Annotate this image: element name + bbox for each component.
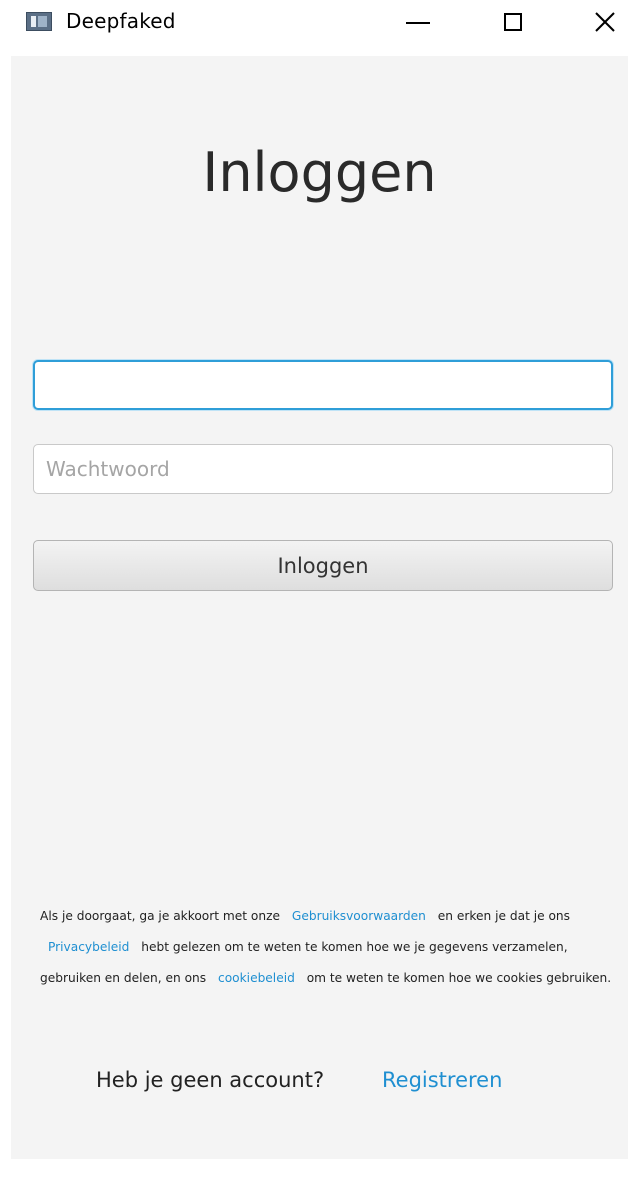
password-field[interactable] — [33, 444, 613, 494]
minimize-button[interactable] — [395, 0, 441, 44]
maximize-icon — [504, 13, 522, 31]
close-button[interactable] — [582, 0, 628, 44]
signup-question: Heb je geen account? — [96, 1068, 325, 1092]
login-button[interactable]: Inloggen — [33, 540, 613, 591]
minimize-icon — [406, 22, 430, 24]
username-field[interactable] — [33, 360, 613, 410]
login-panel: Inloggen Inloggen Als je doorgaat, ga je… — [11, 56, 628, 1159]
maximize-button[interactable] — [490, 0, 536, 44]
legal-notice: Als je doorgaat, ga je akkoort met onze … — [40, 901, 620, 994]
register-link[interactable]: Registreren — [382, 1068, 502, 1092]
legal-text: en erken je dat je ons — [437, 909, 571, 923]
legal-text: om te weten te komen hoe we cookies gebr… — [306, 971, 612, 985]
app-window-icon — [26, 12, 52, 31]
signup-row: Heb je geen account? Registreren — [11, 1068, 628, 1102]
page-title: Inloggen — [202, 141, 437, 204]
close-icon — [595, 12, 615, 32]
legal-text: Als je doorgaat, ga je akkoort met onze — [40, 909, 281, 923]
window-title: Deepfaked — [66, 9, 176, 33]
cookie-policy-link[interactable]: cookiebeleid — [218, 971, 295, 985]
privacy-link[interactable]: Privacybeleid — [48, 940, 129, 954]
terms-link[interactable]: Gebruiksvoorwaarden — [292, 909, 426, 923]
title-bar: Deepfaked — [0, 0, 638, 44]
